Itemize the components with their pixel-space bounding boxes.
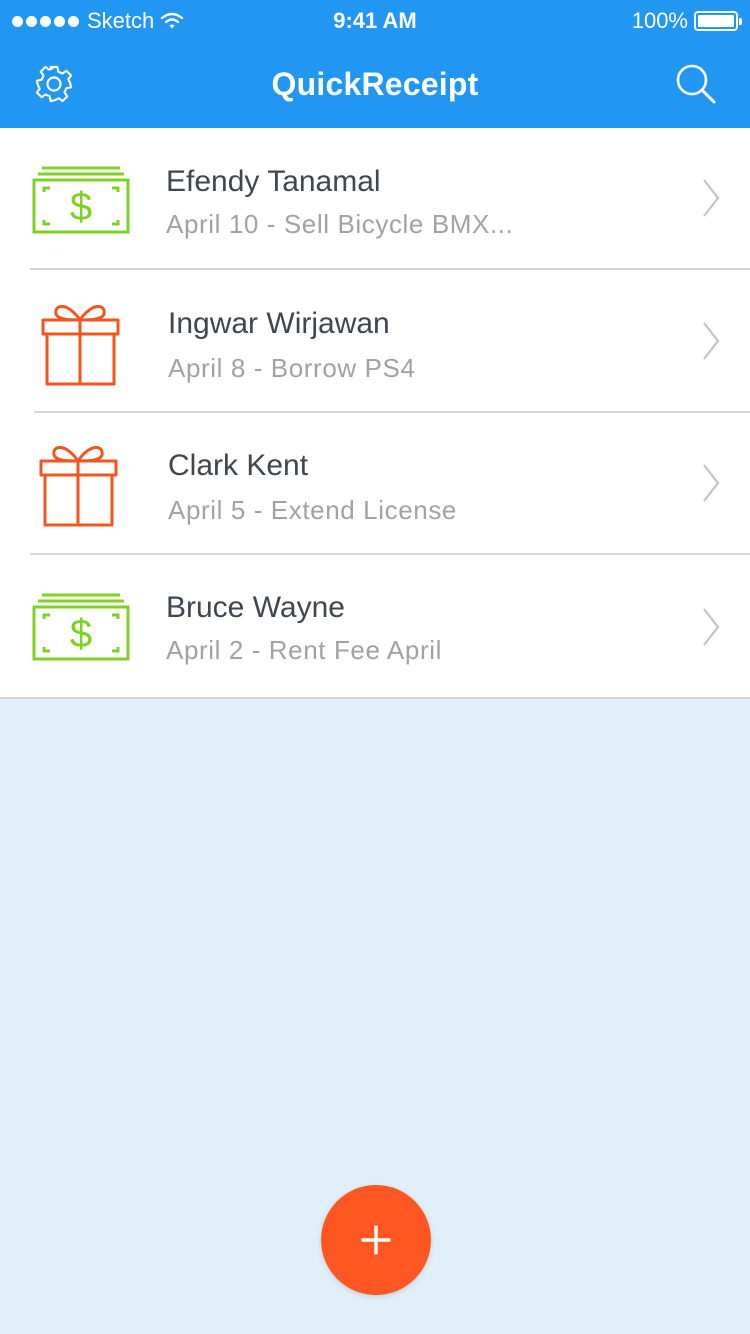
search-icon bbox=[676, 64, 716, 104]
add-receipt-button[interactable] bbox=[321, 1185, 431, 1295]
receipt-name: Ingwar Wirjawan bbox=[168, 307, 390, 340]
receipt-detail: April 10 - Sell Bicycle BMX... bbox=[166, 209, 514, 239]
receipt-list: $ Efendy Tanamal April 10 - Sell Bicycle… bbox=[0, 128, 750, 699]
receipt-row[interactable]: Clark Kent April 5 - Extend License bbox=[0, 413, 750, 555]
chevron-right-icon bbox=[703, 608, 720, 646]
receipt-name: Efendy Tanamal bbox=[166, 165, 381, 198]
receipt-row[interactable]: $ Bruce Wayne April 2 - Rent Fee April bbox=[0, 555, 750, 697]
receipt-detail: April 8 - Borrow PS4 bbox=[168, 353, 416, 383]
money-icon: $ bbox=[32, 166, 130, 234]
gift-icon bbox=[39, 446, 118, 527]
page-title: QuickReceipt bbox=[271, 66, 479, 102]
chevron-right-icon bbox=[703, 322, 720, 360]
receipt-name: Bruce Wayne bbox=[166, 591, 345, 624]
chevron-right-icon bbox=[703, 179, 720, 217]
status-right: 100% bbox=[631, 8, 742, 34]
status-bar: Sketch 9:41 AM 100% bbox=[0, 0, 750, 40]
nav-bar: QuickReceipt bbox=[0, 40, 750, 128]
receipt-name: Clark Kent bbox=[168, 449, 309, 482]
svg-text:$: $ bbox=[70, 185, 92, 229]
gift-icon bbox=[41, 305, 120, 386]
receipt-row[interactable]: Ingwar Wirjawan April 8 - Borrow PS4 bbox=[0, 270, 750, 412]
app-header: Sketch 9:41 AM 100% QuickReceipt bbox=[0, 0, 750, 128]
search-button[interactable] bbox=[674, 62, 718, 106]
battery-icon bbox=[694, 11, 742, 31]
chevron-right-icon bbox=[703, 464, 720, 502]
svg-text:$: $ bbox=[70, 612, 92, 656]
plus-icon bbox=[361, 1225, 391, 1255]
battery-percent: 100% bbox=[631, 8, 688, 33]
receipt-row[interactable]: $ Efendy Tanamal April 10 - Sell Bicycle… bbox=[0, 128, 750, 270]
receipt-detail: April 5 - Extend License bbox=[168, 495, 457, 525]
money-icon: $ bbox=[32, 593, 130, 661]
receipt-detail: April 2 - Rent Fee April bbox=[166, 635, 442, 665]
